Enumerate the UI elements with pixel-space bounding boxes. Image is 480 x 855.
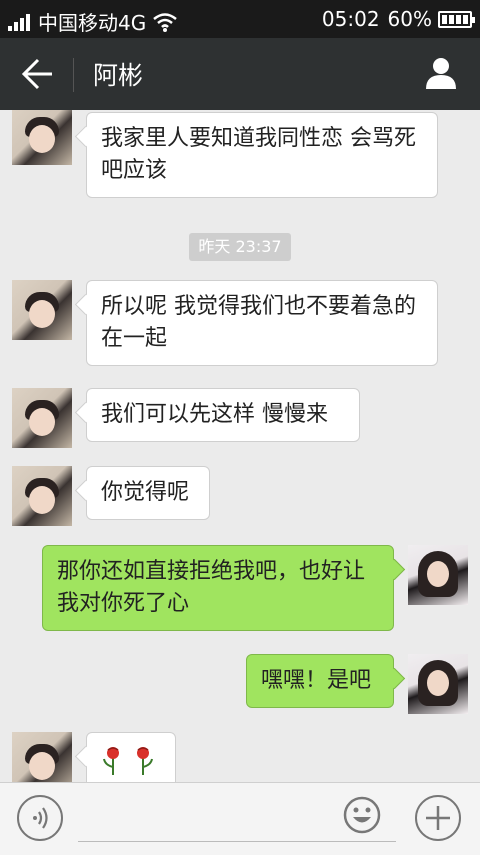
voice-icon xyxy=(33,807,48,829)
header-divider xyxy=(73,58,74,92)
message-bubble[interactable]: 我家里人要知道我同性恋 会骂死吧应该 xyxy=(86,112,438,198)
contact-avatar[interactable] xyxy=(12,110,72,165)
user-avatar[interactable] xyxy=(408,545,468,605)
message-bubble[interactable]: 所以呢 我觉得我们也不要着急的在一起 xyxy=(86,280,438,366)
plus-icon xyxy=(426,806,450,830)
plus-button[interactable] xyxy=(415,795,461,841)
emoji-icon[interactable] xyxy=(342,795,382,835)
chat-area[interactable]: 我家里人要知道我同性恋 会骂死吧应该 昨天 23:37 所以呢 我觉得我们也不要… xyxy=(0,110,480,782)
message-bubble[interactable]: 你觉得呢 xyxy=(86,466,210,520)
message-bubble[interactable]: 嘿嘿！是吧 xyxy=(246,654,394,708)
clock: 05:02 xyxy=(321,7,380,31)
message-bubble[interactable]: 我们可以先这样 慢慢来 xyxy=(86,388,360,442)
contact-avatar[interactable] xyxy=(12,280,72,340)
carrier-label: 中国移动4G xyxy=(38,11,147,35)
title-bar: 阿彬 xyxy=(0,38,480,110)
user-avatar[interactable] xyxy=(408,654,468,714)
timestamp: 昨天 23:37 xyxy=(189,233,291,261)
chat-title: 阿彬 xyxy=(93,61,144,90)
contact-avatar[interactable] xyxy=(12,732,72,782)
rose-icon xyxy=(103,747,119,775)
rose-icon xyxy=(137,747,153,775)
contact-avatar[interactable] xyxy=(12,466,72,526)
message-bubble[interactable]: 那你还如直接拒绝我吧，也好让我对你死了心 xyxy=(42,545,394,631)
wifi-icon xyxy=(153,12,178,32)
battery-icon xyxy=(438,10,475,28)
battery-percent: 60% xyxy=(387,7,432,31)
signal-icon xyxy=(8,13,32,31)
message-input[interactable] xyxy=(78,841,396,842)
message-bubble[interactable] xyxy=(86,732,176,782)
voice-button[interactable] xyxy=(17,795,63,841)
input-bar xyxy=(0,782,480,855)
status-bar: 中国移动4G 05:02 60% xyxy=(0,0,480,38)
back-arrow-icon[interactable] xyxy=(18,56,58,92)
contact-avatar[interactable] xyxy=(12,388,72,448)
person-icon[interactable] xyxy=(422,56,460,90)
